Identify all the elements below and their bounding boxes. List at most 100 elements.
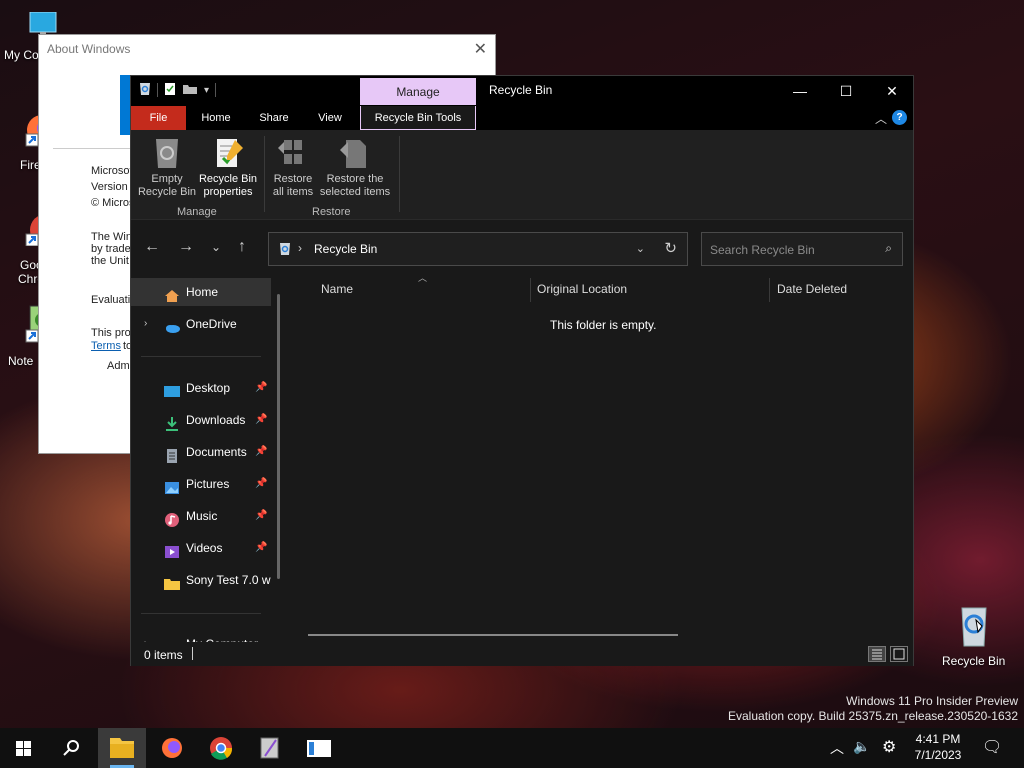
- documents-icon: [164, 445, 180, 463]
- pin-icon: 📌: [255, 510, 268, 521]
- refresh-icon[interactable]: ↻: [664, 239, 677, 257]
- column-header-original-location[interactable]: Original Location: [537, 282, 627, 296]
- properties-icon: [211, 136, 245, 170]
- up-arrow-icon[interactable]: ↑: [238, 238, 246, 256]
- volume-icon[interactable]: 🔈: [853, 738, 870, 755]
- breadcrumb-chevron-icon[interactable]: ›: [298, 241, 302, 255]
- recent-locations-chevron-icon[interactable]: ⌄: [211, 240, 221, 254]
- tab-share[interactable]: Share: [249, 106, 299, 130]
- horizontal-scrollbar[interactable]: [308, 634, 678, 636]
- nav-item-music[interactable]: Music 📌: [131, 502, 271, 530]
- pin-icon: 📌: [255, 446, 268, 457]
- large-icons-view-icon: [893, 648, 905, 660]
- pictures-icon: [164, 477, 180, 494]
- tab-file[interactable]: File: [131, 106, 186, 130]
- nav-item-documents[interactable]: Documents 📌: [131, 438, 271, 466]
- about-window-title: About Windows: [47, 42, 131, 56]
- status-divider: [192, 647, 193, 660]
- taskbar-app-editor[interactable]: [246, 728, 294, 768]
- start-button[interactable]: [0, 728, 48, 768]
- tab-recycle-bin-tools[interactable]: Recycle Bin Tools: [360, 106, 476, 130]
- search-input[interactable]: Search Recycle Bin: [710, 243, 815, 257]
- desktop-icon-recycle-bin[interactable]: Recycle Bin: [942, 604, 1006, 668]
- music-icon: [164, 509, 180, 527]
- pin-icon: 📌: [255, 382, 268, 393]
- nav-item-videos[interactable]: Videos 📌: [131, 534, 271, 562]
- nav-item-sony-test[interactable]: Sony Test 7.0 wi: [131, 566, 271, 594]
- address-bar[interactable]: › Recycle Bin ⌄ ↻: [268, 232, 688, 266]
- chrome-icon: [210, 737, 233, 760]
- search-icon: [63, 740, 79, 756]
- help-icon[interactable]: ?: [892, 110, 907, 125]
- maximize-button[interactable]: ☐: [823, 80, 869, 102]
- settings-gear-icon[interactable]: ⚙: [882, 737, 896, 757]
- about-text-line: Admi: [107, 360, 133, 372]
- clock-time[interactable]: 4:41 PM: [908, 732, 968, 746]
- recycle-bin-small-icon: [279, 242, 291, 259]
- forward-arrow-icon[interactable]: →: [178, 238, 194, 256]
- column-header-name[interactable]: Name: [321, 282, 353, 296]
- new-folder-qat-icon[interactable]: [182, 83, 198, 98]
- watermark-line: Evaluation copy. Build 25375.zn_release.…: [728, 709, 1018, 723]
- nav-item-home[interactable]: Home: [131, 278, 271, 306]
- clock-date[interactable]: 7/1/2023: [908, 748, 968, 762]
- close-button[interactable]: ✕: [869, 80, 915, 102]
- taskbar-file-explorer[interactable]: [98, 728, 146, 768]
- search-icon[interactable]: ⌕: [885, 241, 892, 256]
- large-icons-view-button[interactable]: [890, 646, 908, 662]
- column-separator[interactable]: [769, 278, 770, 302]
- details-view-button[interactable]: [868, 646, 886, 662]
- download-icon: [164, 413, 180, 431]
- customize-qat-icon[interactable]: ▾: [204, 85, 209, 96]
- address-dropdown-icon[interactable]: ⌄: [636, 242, 645, 255]
- nav-item-onedrive[interactable]: › OneDrive: [131, 310, 271, 338]
- computer-icon: [164, 637, 180, 642]
- details-view-icon: [872, 649, 882, 660]
- column-separator[interactable]: [530, 278, 531, 302]
- expand-chevron-icon[interactable]: ›: [144, 310, 147, 338]
- button-label: Restore the: [326, 173, 384, 185]
- editor-app-icon: [260, 737, 279, 759]
- restore-all-items-button[interactable]: Restore all items: [262, 136, 324, 199]
- navigation-scrollbar[interactable]: [277, 294, 280, 579]
- nav-item-downloads[interactable]: Downloads 📌: [131, 406, 271, 434]
- nav-item-desktop[interactable]: Desktop 📌: [131, 374, 271, 402]
- home-icon: [164, 285, 180, 302]
- collapse-ribbon-icon[interactable]: ︿: [875, 110, 887, 127]
- button-label: selected items: [319, 186, 391, 198]
- empty-folder-message: This folder is empty.: [550, 318, 657, 332]
- minimize-button[interactable]: —: [777, 80, 823, 102]
- button-label: Recycle Bin: [137, 186, 197, 198]
- terms-link[interactable]: Terms: [91, 340, 121, 352]
- restore-all-icon: [276, 136, 310, 170]
- taskbar-about-windows[interactable]: [295, 728, 343, 768]
- empty-recycle-bin-button[interactable]: Empty Recycle Bin: [136, 136, 198, 199]
- recycle-bin-properties-button[interactable]: Recycle Bin properties: [197, 136, 259, 199]
- restore-selected-icon: [338, 136, 372, 170]
- about-text-line: the Unit: [91, 255, 129, 267]
- properties-qat-icon[interactable]: [164, 82, 176, 99]
- ribbon-tabs: File Home Share View Recycle Bin Tools ︿…: [131, 106, 913, 130]
- nav-item-pictures[interactable]: Pictures 📌: [131, 470, 271, 498]
- about-text-line: The Win: [91, 231, 132, 243]
- button-label: Restore: [273, 173, 313, 185]
- close-icon[interactable]: ✕: [474, 39, 487, 59]
- nav-item-my-computer[interactable]: › My Computer: [131, 630, 271, 642]
- search-button[interactable]: [48, 728, 96, 768]
- quick-access-toolbar: ▾: [139, 82, 217, 99]
- taskbar-firefox[interactable]: [148, 728, 196, 768]
- breadcrumb[interactable]: Recycle Bin: [314, 242, 377, 256]
- notifications-icon[interactable]: 🗨: [982, 737, 1002, 757]
- restore-selected-items-button[interactable]: Restore the selected items: [317, 136, 393, 199]
- back-arrow-icon[interactable]: ←: [144, 238, 160, 256]
- navigation-bar: ← → ⌄ ↑ › Recycle Bin ⌄ ↻ Search Recycle…: [131, 221, 913, 276]
- divider: [141, 356, 261, 357]
- about-windows-icon: [307, 740, 331, 757]
- tab-view[interactable]: View: [305, 106, 355, 130]
- tab-home[interactable]: Home: [191, 106, 241, 130]
- taskbar-chrome[interactable]: [197, 728, 245, 768]
- search-box[interactable]: Search Recycle Bin ⌕: [701, 232, 903, 266]
- column-header-date-deleted[interactable]: Date Deleted: [777, 282, 847, 296]
- expand-chevron-icon[interactable]: ›: [144, 630, 147, 642]
- show-hidden-icons-icon[interactable]: ︿: [830, 738, 844, 758]
